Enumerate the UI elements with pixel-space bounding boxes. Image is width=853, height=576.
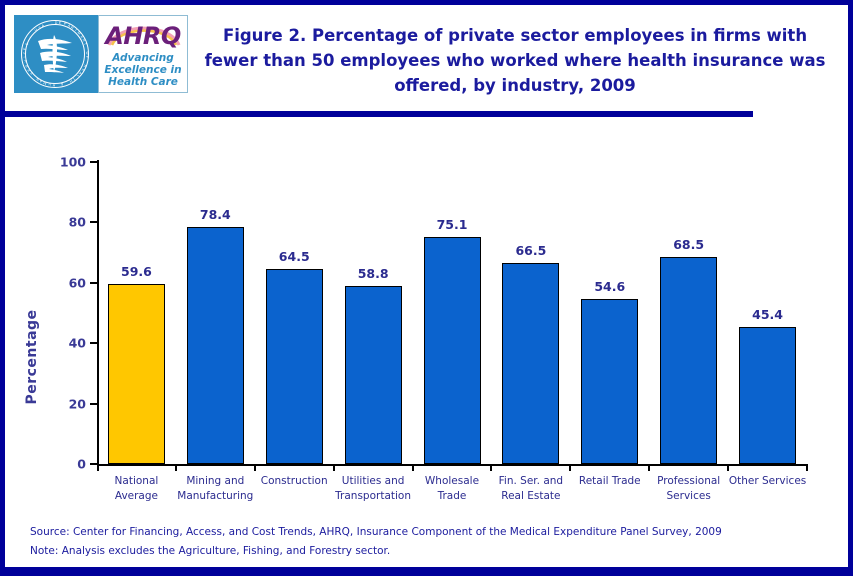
bar-value-label: 68.5 bbox=[673, 237, 705, 253]
bar[interactable] bbox=[423, 237, 481, 464]
y-axis-tick bbox=[90, 463, 97, 465]
y-axis-line bbox=[97, 160, 99, 464]
plot-area: 0 20 40 60 80 100 59.6 78.4 64.5 58.8 75.1 66.5 54.… bbox=[60, 155, 808, 502]
x-axis-category-label: Fin. Ser. and Real Estate bbox=[498, 475, 564, 502]
figure-title: Figure 2. Percentage of private sector e… bbox=[204, 26, 826, 95]
bar-value-label: 45.4 bbox=[752, 306, 783, 322]
y-axis-tick bbox=[90, 161, 97, 163]
y-axis-tick-label: 20 bbox=[68, 396, 86, 412]
bar[interactable] bbox=[581, 299, 639, 464]
seal-microtext: DEPARTMENT OF HEALTH & HUMAN SERVICES · … bbox=[22, 21, 90, 88]
x-axis-tick bbox=[253, 464, 256, 471]
x-axis-tick bbox=[806, 464, 808, 471]
bar-group[interactable]: 66.5 bbox=[502, 162, 560, 464]
bar-value-label: 75.1 bbox=[436, 217, 468, 233]
ahrq-hhs-logo: DEPARTMENT OF HEALTH & HUMAN SERVICES · … bbox=[14, 15, 188, 93]
x-axis-tick bbox=[174, 464, 177, 471]
bar-group[interactable]: 64.5 bbox=[265, 162, 323, 464]
x-axis-category-label: Wholesale Trade bbox=[424, 475, 480, 502]
x-axis-category-label: National Average bbox=[114, 475, 159, 502]
figure-header: DEPARTMENT OF HEALTH & HUMAN SERVICES · … bbox=[5, 5, 848, 117]
bar-value-label: 64.5 bbox=[278, 249, 310, 265]
x-axis-tick bbox=[727, 464, 730, 471]
y-axis-tick bbox=[90, 221, 97, 224]
bar-group[interactable]: 59.6 bbox=[107, 162, 165, 464]
x-axis-category-label: Professional Services bbox=[657, 475, 721, 502]
x-axis-category-label: Retail Trade bbox=[578, 475, 641, 487]
bar[interactable] bbox=[265, 269, 323, 464]
y-axis-tick bbox=[90, 402, 97, 405]
x-axis-tick bbox=[648, 464, 651, 471]
x-axis-tick bbox=[411, 464, 414, 471]
bar-group[interactable]: 75.1 bbox=[423, 162, 481, 464]
x-axis-category-label: Utilities and Transportation bbox=[335, 475, 411, 502]
figure-page: DEPARTMENT OF HEALTH & HUMAN SERVICES · … bbox=[0, 0, 853, 576]
ahrq-tagline-line3: Health Care bbox=[108, 76, 178, 88]
y-axis-tick bbox=[90, 281, 97, 284]
bar-group[interactable]: 58.8 bbox=[344, 162, 402, 464]
y-axis-tick-label: 80 bbox=[68, 214, 86, 230]
y-axis-tick-label: 100 bbox=[59, 154, 86, 170]
y-axis-tick bbox=[90, 342, 97, 345]
bar[interactable] bbox=[502, 263, 560, 464]
ahrq-logo-box: AHRQ Advancing Excellence in Health Care bbox=[98, 15, 188, 93]
figure-footnotes: Source: Center for Financing, Access, an… bbox=[30, 523, 830, 561]
bar[interactable] bbox=[107, 284, 165, 464]
ahrq-tagline: Advancing Excellence in Health Care bbox=[99, 52, 187, 88]
source-note: Source: Center for Financing, Access, an… bbox=[30, 526, 722, 538]
bar-value-label: 54.6 bbox=[594, 279, 626, 295]
bar[interactable] bbox=[344, 286, 402, 464]
y-axis-tick-label: 60 bbox=[68, 275, 86, 291]
bar-value-label: 78.4 bbox=[199, 207, 231, 223]
ahrq-tagline-line1: Advancing bbox=[112, 52, 174, 64]
analysis-note: Note: Analysis excludes the Agriculture,… bbox=[30, 545, 391, 557]
bar-value-label: 59.6 bbox=[121, 264, 152, 280]
y-axis-tick-label: 40 bbox=[68, 335, 86, 351]
x-axis-category-label: Construction bbox=[260, 475, 328, 487]
bar[interactable] bbox=[660, 257, 718, 464]
ahrq-wordmark: AHRQ bbox=[105, 22, 181, 50]
x-axis-tick bbox=[97, 464, 99, 471]
x-axis-category-label: Mining and Manufacturing bbox=[177, 475, 254, 502]
bar[interactable] bbox=[739, 326, 797, 464]
bar-group[interactable]: 78.4 bbox=[186, 162, 244, 464]
hhs-seal-icon: DEPARTMENT OF HEALTH & HUMAN SERVICES · … bbox=[14, 15, 98, 93]
x-axis-tick bbox=[490, 464, 493, 471]
ahrq-tagline-line2: Excellence in bbox=[104, 64, 182, 76]
bar-group[interactable]: 54.6 bbox=[581, 162, 639, 464]
y-axis-title: Percentage bbox=[24, 309, 40, 405]
footer-divider bbox=[5, 567, 848, 571]
x-axis-category-label: Other Services bbox=[728, 475, 807, 487]
bar-group[interactable]: 45.4 bbox=[739, 162, 797, 464]
x-axis-line bbox=[97, 464, 807, 466]
y-axis-tick-label: 0 bbox=[77, 456, 86, 472]
bar-value-label: 66.5 bbox=[515, 243, 547, 259]
bar-group[interactable]: 68.5 bbox=[660, 162, 718, 464]
bar-value-label: 58.8 bbox=[357, 266, 389, 282]
x-axis-tick bbox=[332, 464, 335, 471]
bar[interactable] bbox=[186, 227, 244, 464]
x-axis-tick bbox=[569, 464, 572, 471]
bar-chart: Percentage 0 20 40 60 80 100 59.6 78.4 64.5 58.8… bbox=[5, 117, 848, 507]
